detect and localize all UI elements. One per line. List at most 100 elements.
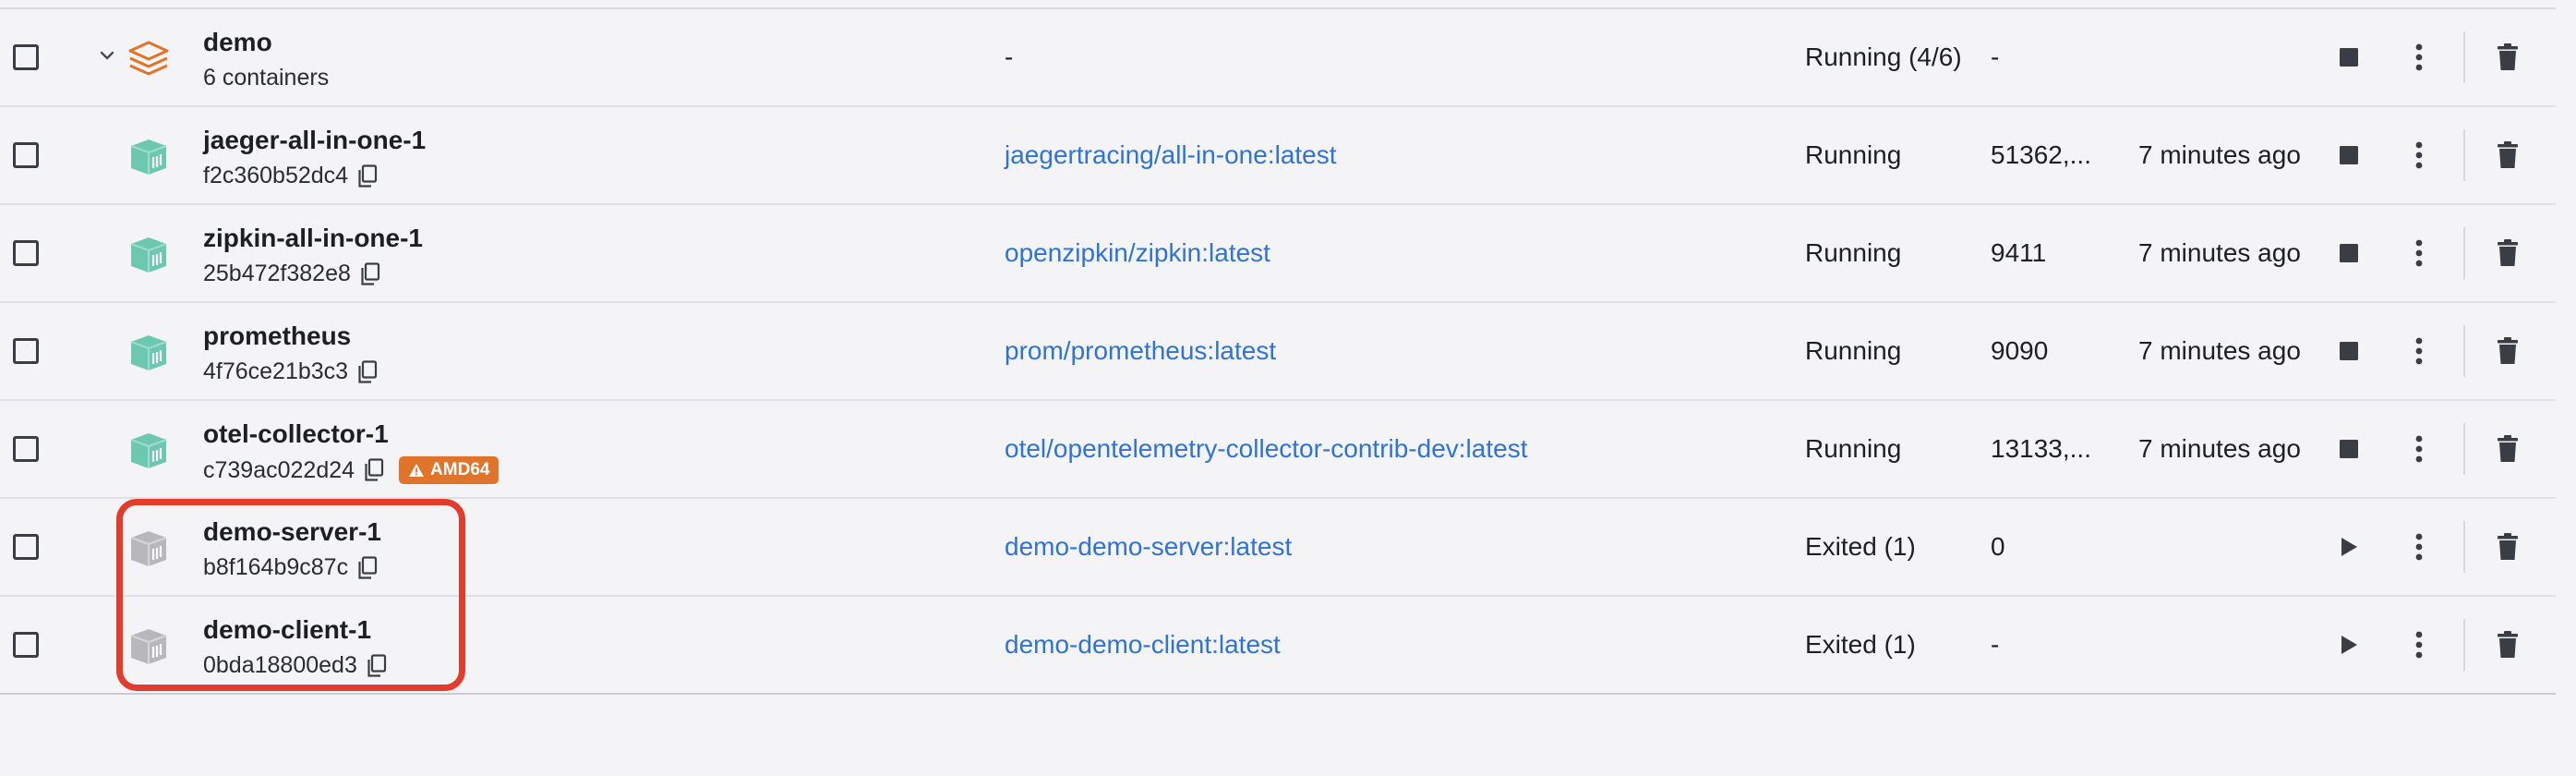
more-actions-button[interactable] [2404, 42, 2434, 72]
delete-button[interactable] [2493, 630, 2522, 660]
image-link[interactable]: demo-demo-client:latest [1005, 630, 1281, 660]
row-checkbox[interactable] [13, 338, 39, 364]
kebab-menu-icon [2415, 337, 2423, 365]
status-text: Exited (1) [1805, 532, 1916, 561]
delete-button[interactable] [2493, 434, 2522, 464]
start-button[interactable] [2334, 630, 2364, 660]
container-name[interactable]: jaeger-all-in-one-1 [203, 126, 426, 155]
status-text: Running [1805, 238, 1902, 267]
stop-button[interactable] [2334, 434, 2364, 464]
status-text: Running (4/6) [1805, 42, 1962, 71]
stop-button[interactable] [2334, 238, 2364, 268]
container-id: b8f164b9c87c [203, 554, 378, 581]
container-id: c739ac022d24 AMD64 [203, 456, 500, 484]
container-name[interactable]: demo-client-1 [203, 615, 371, 645]
stop-icon [2340, 342, 2358, 360]
row-checkbox[interactable] [13, 240, 39, 266]
container-count: 6 containers [203, 65, 330, 91]
copy-icon[interactable] [357, 359, 378, 384]
row-checkbox[interactable] [13, 632, 39, 658]
kebab-menu-icon [2415, 43, 2423, 71]
container-id: 25b472f382e8 [203, 261, 380, 287]
last-started-text: 7 minutes ago [2138, 140, 2301, 169]
kebab-menu-icon [2415, 141, 2423, 169]
kebab-menu-icon [2415, 239, 2423, 267]
copy-icon[interactable] [364, 458, 384, 482]
port-link[interactable]: 9090 [1991, 336, 2048, 366]
more-actions-button[interactable] [2404, 630, 2434, 660]
more-actions-button[interactable] [2404, 238, 2434, 268]
stop-icon [2340, 146, 2358, 164]
image-link[interactable]: openzipkin/zipkin:latest [1005, 238, 1270, 268]
port-link[interactable]: 9411 [1991, 238, 2046, 268]
trash-icon [2498, 239, 2518, 266]
delete-button[interactable] [2493, 532, 2522, 562]
port-text: 0 [1991, 532, 2005, 561]
port-text: - [1991, 42, 2000, 71]
trash-icon [2498, 435, 2518, 462]
trash-icon [2498, 43, 2518, 70]
container-id: 4f76ce21b3c3 [203, 358, 378, 385]
stop-icon [2340, 48, 2358, 67]
delete-button[interactable] [2493, 336, 2522, 366]
warning-icon [409, 464, 425, 477]
image-link[interactable]: otel/opentelemetry-collector-contrib-dev… [1005, 434, 1527, 464]
start-button[interactable] [2334, 532, 2364, 562]
container-running-icon [126, 235, 172, 275]
port-link[interactable]: 51362,... [1991, 140, 2091, 170]
container-row[interactable]: otel-collector-1 c739ac022d24 AMD64 otel… [0, 401, 2556, 499]
row-checkbox[interactable] [13, 534, 39, 560]
containers-table: demo 6 containers - Running (4/6) - jaeg… [0, 9, 2556, 695]
stop-button[interactable] [2334, 42, 2364, 72]
status-text: Running [1805, 140, 1902, 169]
container-id: 0bda18800ed3 [203, 652, 387, 679]
container-row[interactable]: demo-client-1 0bda18800ed3 demo-demo-cli… [0, 597, 2556, 695]
container-name[interactable]: demo-server-1 [203, 517, 381, 547]
delete-button[interactable] [2493, 238, 2522, 268]
container-name[interactable]: otel-collector-1 [203, 419, 389, 449]
kebab-menu-icon [2415, 435, 2423, 463]
container-name[interactable]: prometheus [203, 321, 351, 351]
more-actions-button[interactable] [2404, 140, 2434, 170]
container-name[interactable]: demo [203, 28, 272, 57]
play-icon [2341, 636, 2357, 654]
status-text: Exited (1) [1805, 630, 1916, 659]
more-actions-button[interactable] [2404, 434, 2434, 464]
trash-icon [2498, 141, 2518, 168]
row-checkbox[interactable] [13, 44, 39, 70]
container-row[interactable]: demo-server-1 b8f164b9c87c demo-demo-ser… [0, 499, 2556, 597]
container-running-icon [126, 333, 172, 373]
delete-button[interactable] [2493, 42, 2522, 72]
image-link: - [1005, 42, 1014, 71]
compose-group-row[interactable]: demo 6 containers - Running (4/6) - [0, 9, 2556, 107]
copy-icon[interactable] [367, 653, 387, 678]
delete-button[interactable] [2493, 140, 2522, 170]
kebab-menu-icon [2415, 631, 2423, 659]
image-link[interactable]: demo-demo-server:latest [1005, 532, 1292, 562]
container-id: f2c360b52dc4 [203, 163, 378, 189]
port-text: - [1991, 630, 2000, 659]
action-divider [2463, 619, 2465, 671]
port-link[interactable]: 13133,... [1991, 434, 2091, 464]
more-actions-button[interactable] [2404, 336, 2434, 366]
last-started-text: 7 minutes ago [2138, 336, 2301, 365]
copy-icon[interactable] [357, 164, 378, 188]
stop-icon [2340, 244, 2358, 262]
container-exited-icon [126, 528, 172, 569]
copy-icon[interactable] [360, 261, 380, 286]
image-link[interactable]: jaegertracing/all-in-one:latest [1005, 140, 1337, 170]
container-row[interactable]: jaeger-all-in-one-1 f2c360b52dc4 jaegert… [0, 107, 2556, 205]
image-link[interactable]: prom/prometheus:latest [1005, 336, 1276, 366]
stop-button[interactable] [2334, 336, 2364, 366]
chevron-down-icon[interactable] [94, 42, 120, 68]
stop-button[interactable] [2334, 140, 2364, 170]
row-checkbox[interactable] [13, 436, 39, 462]
row-checkbox[interactable] [13, 142, 39, 168]
compose-stack-icon [126, 39, 172, 79]
container-row[interactable]: zipkin-all-in-one-1 25b472f382e8 openzip… [0, 205, 2556, 303]
container-row[interactable]: prometheus 4f76ce21b3c3 prom/prometheus:… [0, 303, 2556, 401]
copy-icon[interactable] [357, 555, 378, 580]
more-actions-button[interactable] [2404, 532, 2434, 562]
architecture-warning-badge: AMD64 [399, 456, 500, 484]
container-name[interactable]: zipkin-all-in-one-1 [203, 224, 423, 253]
